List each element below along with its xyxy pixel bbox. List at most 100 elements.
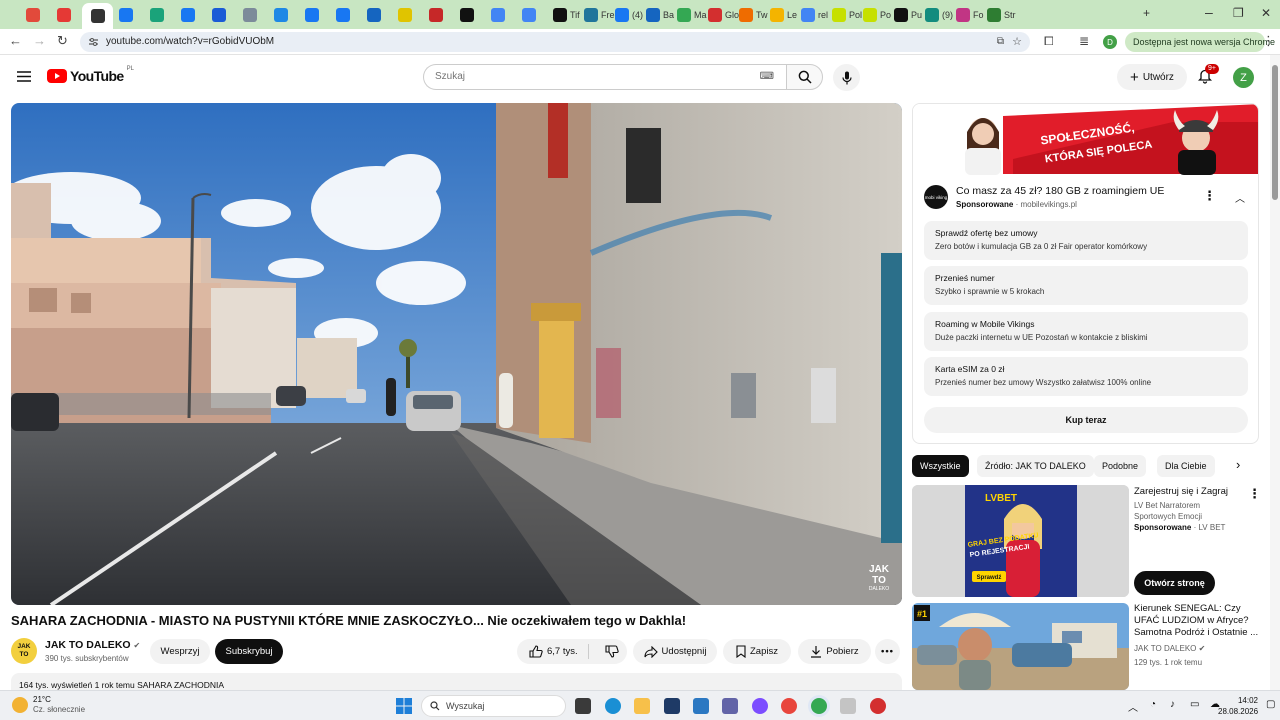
video-rec-title[interactable]: Kierunek SENEGAL: Czy UFAĆ LUDZIOM w Afr… bbox=[1134, 603, 1259, 639]
video-thumbnail[interactable]: #1 bbox=[912, 603, 1129, 690]
ad-option-1[interactable]: Sprawdź ofertę bez umowy Zero botów i ku… bbox=[924, 221, 1248, 260]
chip-similar[interactable]: Podobne bbox=[1094, 455, 1147, 477]
clock[interactable]: 14:02 28.08.2026 bbox=[1218, 695, 1258, 717]
ad-option-4[interactable]: Karta eSIM za 0 zł Przenieś numer bez um… bbox=[924, 357, 1248, 396]
chip-source-channel[interactable]: Źródło: JAK TO DALEKO bbox=[977, 455, 1094, 477]
ad-option-2[interactable]: Przenieś numer Szybko i sprawnie w 5 kro… bbox=[924, 266, 1248, 305]
maximize-icon[interactable]: ❐ bbox=[1233, 6, 1244, 20]
ad-menu-icon[interactable]: ⋮ bbox=[1203, 188, 1216, 204]
antivirus-icon[interactable] bbox=[870, 698, 886, 714]
browser-tab[interactable] bbox=[119, 4, 133, 25]
chip-for-you[interactable]: Dla Ciebie bbox=[1157, 455, 1215, 477]
browser-tab[interactable] bbox=[336, 4, 350, 25]
video-rec-channel[interactable]: JAK TO DALEKO ✔ bbox=[1134, 644, 1205, 653]
browser-tab[interactable] bbox=[305, 4, 319, 25]
browser-tab[interactable] bbox=[398, 4, 412, 25]
browser-tab[interactable] bbox=[26, 4, 40, 25]
video-player[interactable]: JAK TO DALEKO bbox=[11, 103, 902, 605]
forward-icon[interactable]: → bbox=[33, 34, 46, 48]
youtube-logo[interactable]: YouTube PL bbox=[47, 66, 134, 84]
support-button[interactable]: Wesprzyj bbox=[150, 639, 210, 664]
browser-tab[interactable]: Le bbox=[770, 4, 797, 25]
browser-tab[interactable] bbox=[460, 4, 474, 25]
teams-icon[interactable] bbox=[722, 698, 738, 714]
back-icon[interactable]: ← bbox=[9, 34, 22, 48]
browser-menu-icon[interactable]: ⋮ bbox=[1262, 34, 1275, 48]
share-button[interactable]: Udostępnij bbox=[633, 639, 717, 664]
browser-tab[interactable] bbox=[150, 4, 164, 25]
wifi-icon[interactable]: ◔ bbox=[1150, 699, 1156, 710]
browser-tab[interactable]: rel bbox=[801, 4, 828, 25]
site-info-icon[interactable] bbox=[88, 37, 99, 47]
ad-banner[interactable]: SPOŁECZNOŚĆ, KTÓRA SIĘ POLECA bbox=[913, 104, 1259, 175]
search-button[interactable] bbox=[786, 64, 823, 90]
browser-tab[interactable] bbox=[57, 4, 71, 25]
thumbs-down-icon[interactable] bbox=[605, 645, 619, 658]
browser-tab[interactable]: Str bbox=[987, 4, 1016, 25]
scrollbar-thumb[interactable] bbox=[1272, 65, 1278, 200]
browser-tab[interactable]: Ma bbox=[677, 4, 707, 25]
account-avatar[interactable]: Z bbox=[1233, 67, 1254, 88]
file-explorer-icon[interactable] bbox=[634, 698, 650, 714]
install-app-icon[interactable]: ⧉ bbox=[997, 32, 1004, 52]
reload-icon[interactable]: ↻ bbox=[57, 34, 68, 48]
browser-tab[interactable]: Fo bbox=[956, 4, 984, 25]
bookmark-star-icon[interactable]: ☆ bbox=[1012, 32, 1022, 52]
chrome-update-button[interactable]: Dostępna jest nowa wersja Chrome bbox=[1125, 32, 1275, 52]
new-tab-button[interactable]: + bbox=[1143, 6, 1150, 20]
volume-icon[interactable]: ♪ bbox=[1170, 699, 1175, 710]
browser-tab[interactable] bbox=[243, 4, 257, 25]
extensions-icon[interactable]: ⧠ bbox=[1044, 34, 1054, 48]
ad-option-3[interactable]: Roaming w Mobile Vikings Duże paczki int… bbox=[924, 312, 1248, 351]
task-view-icon[interactable] bbox=[575, 698, 591, 714]
weather-icon[interactable] bbox=[12, 697, 28, 713]
notification-center-icon[interactable]: ▢ bbox=[1266, 699, 1275, 710]
sponsored-thumbnail[interactable]: LVBET GRAJ BEZ PODATKU PO REJESTRACJI Sp… bbox=[912, 485, 1129, 597]
page-scrollbar[interactable] bbox=[1270, 55, 1280, 690]
browser-tab[interactable]: Tif bbox=[553, 4, 580, 25]
browser-tab[interactable]: Ba bbox=[646, 4, 674, 25]
advertiser-logo[interactable]: mobi viking bbox=[924, 185, 948, 209]
messenger-icon[interactable] bbox=[752, 698, 768, 714]
edge-icon[interactable] bbox=[605, 698, 621, 714]
minimize-icon[interactable]: – bbox=[1205, 4, 1213, 20]
ad-collapse-icon[interactable]: ︿ bbox=[1235, 190, 1245, 205]
tray-chevron-icon[interactable]: ︿ bbox=[1128, 699, 1138, 714]
thumbs-up-icon[interactable] bbox=[529, 645, 543, 658]
chrome-active-icon[interactable] bbox=[811, 698, 827, 714]
battery-icon[interactable]: ▭ bbox=[1190, 699, 1199, 710]
chrome-icon[interactable] bbox=[781, 698, 797, 714]
search-input[interactable]: Szukaj ⌨ bbox=[423, 64, 787, 90]
browser-tab[interactable] bbox=[212, 4, 226, 25]
download-button[interactable]: Pobierz bbox=[798, 639, 871, 664]
ad-title[interactable]: Co masz za 45 zł? 180 GB z roamingiem UE bbox=[956, 185, 1206, 197]
taskbar-search[interactable]: Wyszukaj bbox=[421, 695, 566, 717]
browser-tab[interactable]: Po bbox=[863, 4, 891, 25]
sponsored-menu-icon[interactable]: ⋮ bbox=[1248, 486, 1261, 502]
description-box[interactable]: 164 tys. wyświetleń 1 rok temu SAHARA ZA… bbox=[11, 673, 902, 690]
more-actions-button[interactable]: ••• bbox=[875, 639, 900, 664]
browser-tab[interactable]: Pol bbox=[832, 4, 862, 25]
windows-start-icon[interactable] bbox=[396, 698, 412, 714]
browser-tab[interactable]: Pu bbox=[894, 4, 922, 25]
subscribe-button[interactable]: Subskrybuj bbox=[215, 639, 283, 664]
browser-tab[interactable] bbox=[82, 3, 113, 29]
browser-tab[interactable] bbox=[367, 4, 381, 25]
browser-tab[interactable]: (4) bbox=[615, 4, 643, 25]
channel-name[interactable]: JAK TO DALEKO ✔ bbox=[45, 639, 140, 651]
profile-avatar[interactable]: D bbox=[1103, 35, 1117, 49]
keyboard-icon[interactable]: ⌨ bbox=[760, 65, 774, 89]
weather-widget[interactable]: 21°C Cz. słonecznie bbox=[33, 695, 85, 715]
create-button[interactable]: + Utwórz bbox=[1117, 64, 1187, 90]
url-field[interactable]: youtube.com/watch?v=rGobidVUObM ⧉ ☆ bbox=[80, 32, 1030, 52]
channel-avatar[interactable]: JAK TO bbox=[11, 638, 37, 664]
sponsored-title[interactable]: Zarejestruj się i Zagraj bbox=[1134, 486, 1254, 497]
browser-tab[interactable] bbox=[429, 4, 443, 25]
browser-tab[interactable] bbox=[274, 4, 288, 25]
browser-tab[interactable] bbox=[491, 4, 505, 25]
open-site-button[interactable]: Otwórz stronę bbox=[1134, 571, 1215, 595]
buy-now-button[interactable]: Kup teraz bbox=[924, 407, 1248, 433]
store-icon[interactable] bbox=[664, 698, 680, 714]
chips-next-icon[interactable]: › bbox=[1236, 457, 1240, 472]
browser-tab[interactable] bbox=[522, 4, 536, 25]
